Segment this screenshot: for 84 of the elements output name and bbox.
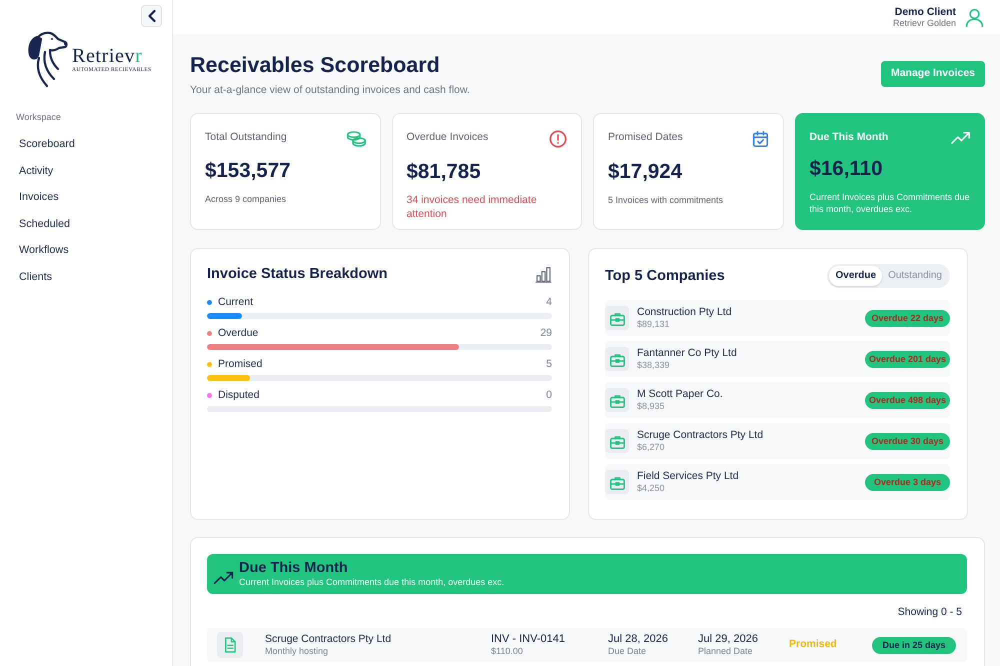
status-label: Overdue [218,326,258,341]
nav-link[interactable]: Scheduled [0,210,172,238]
status-count: 5 [546,357,552,372]
company-name: Construction Pty Ltd [637,306,732,319]
invoice-amount: $110.00 [491,646,524,657]
invoice-description: Monthly hosting [265,646,330,657]
overdue-badge: Overdue 201 days [865,350,950,368]
company-name: Fantanner Co Pty Ltd [637,347,737,360]
nav-link[interactable]: Invoices [0,184,172,211]
company-amount: $4,250 [637,483,666,494]
nav-link[interactable]: Scoreboard [0,131,172,158]
briefcase-icon [605,388,629,412]
bar-chart-icon [535,266,552,282]
page-title: Receivables Scoreboard [190,52,441,78]
stat-note: Across 9 companies [205,193,288,205]
trending-up-icon [951,130,970,145]
coins-icon [346,130,366,147]
company-amount: $8,935 [637,401,666,412]
banner-title: Due This Month [239,560,349,577]
stat-value: $16,110 [810,156,884,182]
nav-link[interactable]: Workflows [0,237,172,264]
invoice-number: INV - INV-0141 [491,633,566,646]
briefcase-icon [605,470,629,494]
company-amount: $89,131 [637,319,671,330]
status-label: Promised [218,357,262,372]
invoice-status: Promised [789,637,838,652]
logo-wordmark: Retrievr [72,44,144,66]
company-row[interactable]: Field Services Pty Ltd $4,250 Overdue 3 days [605,464,950,500]
status-count: 0 [546,388,552,403]
due-date-label: Due Date [608,646,648,657]
stat-label: Overdue Invoices [406,130,488,144]
status-count: 29 [540,326,552,341]
card-title: Invoice Status Breakdown [207,265,388,284]
alert-icon [549,130,567,148]
briefcase-icon [605,429,629,453]
company-name: M Scott Paper Co. [637,388,723,401]
company-row[interactable]: M Scott Paper Co. $8,935 Overdue 498 days [605,382,950,418]
company-name: Scruge Contractors Pty Ltd [637,429,764,442]
toggle-tab[interactable]: Overdue [829,266,882,286]
overdue-badge: Overdue 498 days [865,392,950,408]
nav-link[interactable]: Clients [0,264,172,291]
status-label: Disputed [218,388,260,403]
showing-count: Showing 0 - 5 [896,605,963,619]
stat-value: $17,924 [608,159,684,185]
trending-up-icon [213,570,234,584]
invoice-row[interactable]: Scruge Contractors Pty Ltd Monthly hosting INV - INV-0141 $110.00 Jul 28, 2026 Due Date Jul 29, 2026 Planned Date Promised Due in 25 days [207,628,967,662]
overdue-badge: Overdue 22 days [865,310,950,326]
due-date: Jul 28, 2026 [608,633,669,646]
company-row[interactable]: Construction Pty Ltd $89,131 Overdue 22 days [605,300,950,336]
company-amount: $6,270 [637,442,666,453]
user-name: Demo Client [894,6,956,18]
collapse-button[interactable] [141,5,162,27]
due-badge: Due in 25 days [872,636,956,654]
section-label: Workspace [16,111,62,123]
company-amount: $38,339 [637,360,671,371]
invoice-company: Scruge Contractors Pty Ltd [265,633,392,646]
status-count: 4 [546,295,552,310]
user-organization: Retrievr Golden [892,18,956,28]
company-name: Field Services Pty Ltd [637,470,739,483]
card-title: Top 5 Companies [605,267,725,286]
company-row[interactable]: Fantanner Co Pty Ltd $38,339 Overdue 201 days [605,341,950,377]
stat-label: Total Outstanding [205,130,287,144]
stat-label: Promised Dates [608,130,683,144]
stat-note: Current Invoices plus Commitments due this month, overdues exc. [810,191,970,215]
nav-link[interactable]: Activity [0,158,172,184]
planned-date-label: Planned Date [698,646,754,657]
page-subtitle: Your at-a-glance view of outstanding invoices and cash flow. [190,83,470,97]
overdue-badge: Overdue 3 days [865,474,950,490]
stat-note: 34 invoices need immediate attention [406,193,538,221]
chevron-left-icon [146,9,158,23]
document-icon [217,632,243,658]
status-label: Current [218,295,254,310]
stat-value: $153,577 [205,158,292,184]
calendar-check-icon [752,130,768,148]
planned-date: Jul 29, 2026 [698,633,759,646]
briefcase-icon [605,347,629,371]
user-icon [964,6,985,28]
briefcase-icon [605,306,629,330]
banner-subtitle: Current Invoices plus Commitments due this month, overdues exc. [239,577,504,588]
company-row[interactable]: Scruge Contractors Pty Ltd $6,270 Overdue 30 days [605,423,950,459]
stat-value: $81,785 [406,159,482,185]
stat-label: Due This Month [810,130,888,144]
stat-note: 5 Invoices with commitments [608,194,724,206]
overdue-badge: Overdue 30 days [865,432,950,450]
